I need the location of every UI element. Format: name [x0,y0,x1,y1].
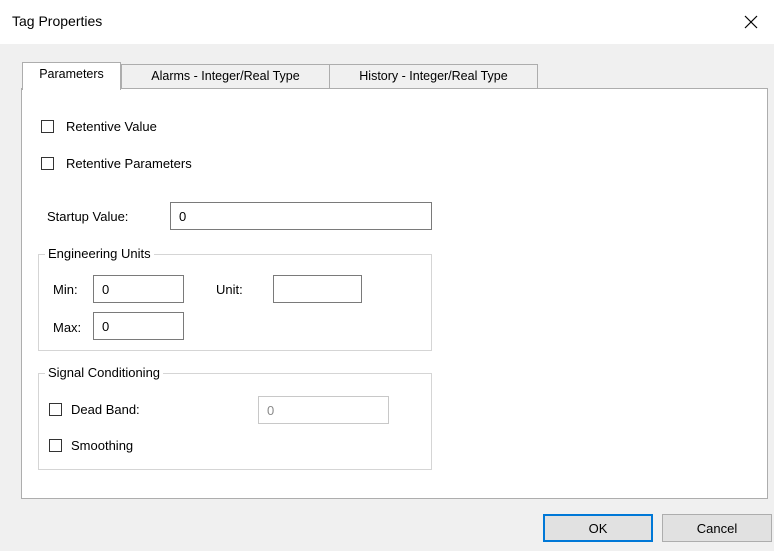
tab-label: Parameters [39,67,104,81]
cancel-button[interactable]: Cancel [662,514,772,542]
dead-band-checkbox[interactable] [49,403,62,416]
min-input[interactable]: 0 [93,275,184,303]
tab-alarms[interactable]: Alarms - Integer/Real Type [121,64,330,88]
dialog-title: Tag Properties [12,13,103,29]
engineering-units-group: Engineering Units Min: 0 Unit: Max: 0 [38,246,432,351]
max-label: Max: [53,320,82,335]
retentive-value-label: Retentive Value [66,119,157,134]
dead-band-input[interactable]: 0 [258,396,389,424]
parameters-panel: Retentive Value Retentive Parameters Sta… [21,88,768,499]
dead-band-label: Dead Band: [71,402,140,417]
min-label: Min: [53,282,78,297]
startup-value-label: Startup Value: [47,209,129,224]
tag-properties-dialog: Tag Properties Parameters Alarms - Integ… [0,0,774,551]
retentive-parameters-label: Retentive Parameters [66,156,192,171]
title-bar: Tag Properties [0,0,774,44]
retentive-value-checkbox[interactable] [41,120,54,133]
signal-conditioning-title: Signal Conditioning [45,365,164,380]
max-input[interactable]: 0 [93,312,184,340]
unit-label: Unit: [216,282,243,297]
signal-conditioning-group: Signal Conditioning Dead Band: 0 Smoothi… [38,365,432,470]
tab-history[interactable]: History - Integer/Real Type [329,64,538,88]
startup-value-input[interactable]: 0 [170,202,432,230]
smoothing-checkbox[interactable] [49,439,62,452]
close-icon [744,15,758,29]
tab-label: History - Integer/Real Type [359,69,508,83]
close-button[interactable] [728,0,774,44]
tab-parameters[interactable]: Parameters [22,62,121,90]
retentive-parameters-checkbox[interactable] [41,157,54,170]
tab-label: Alarms - Integer/Real Type [151,69,300,83]
smoothing-label: Smoothing [71,438,134,453]
engineering-units-title: Engineering Units [45,246,154,261]
ok-button[interactable]: OK [543,514,653,542]
unit-input[interactable] [273,275,362,303]
